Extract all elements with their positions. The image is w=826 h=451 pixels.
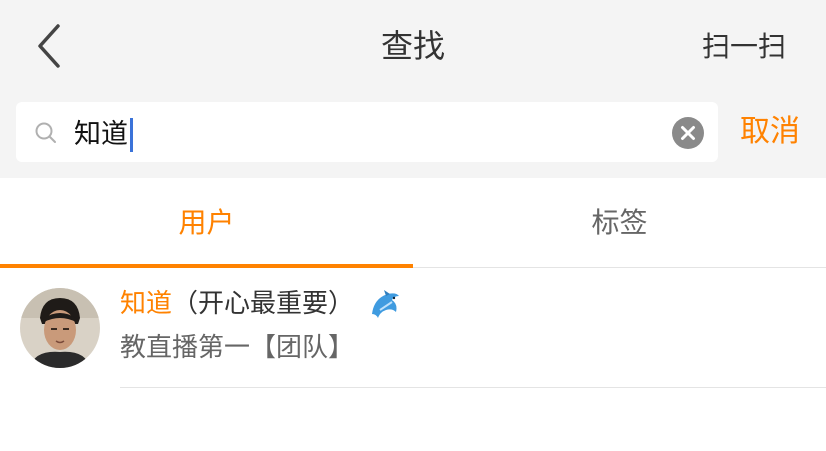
search-query: 知道 (74, 118, 128, 150)
clear-icon[interactable] (672, 117, 704, 149)
user-name-highlight: 知道 (120, 289, 173, 319)
user-name-rest: （开心最重要） (172, 289, 355, 319)
top-bar: 查找 扫一扫 知道 取消 (0, 0, 826, 178)
tab-tags[interactable]: 标签 (413, 178, 826, 268)
user-name: 知道（开心最重要） (120, 284, 402, 324)
tab-bar: 用户 标签 (0, 178, 826, 268)
tab-users[interactable]: 用户 (0, 178, 413, 268)
search-icon (35, 122, 56, 143)
active-tab-indicator (0, 264, 413, 268)
avatar (20, 288, 100, 368)
dolphin-icon (372, 289, 400, 318)
search-bar: 知道 (16, 102, 718, 162)
scan-button[interactable]: 扫一扫 (702, 24, 786, 70)
text-caret (130, 117, 133, 152)
user-result-row[interactable]: 知道（开心最重要） 教直播第一【团队】 (0, 270, 826, 388)
cancel-button[interactable]: 取消 (740, 107, 800, 157)
user-description: 教直播第一【团队】 (120, 333, 355, 363)
row-divider (120, 387, 826, 388)
search-input[interactable]: 知道 (74, 102, 654, 162)
